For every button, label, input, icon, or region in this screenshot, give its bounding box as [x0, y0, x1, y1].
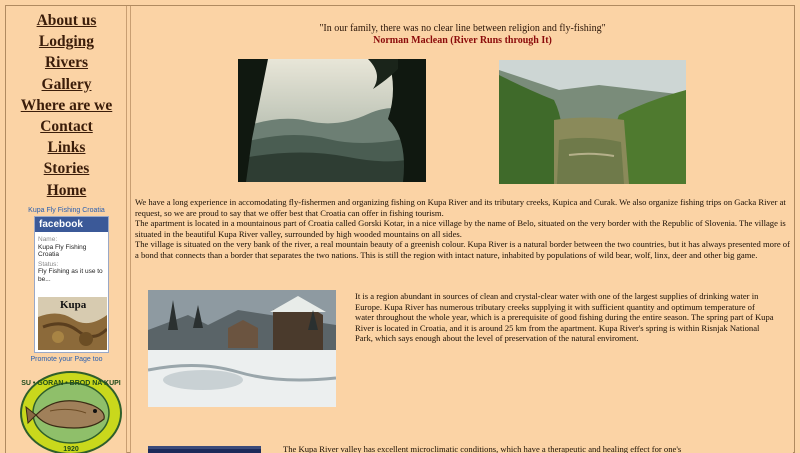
club-badge: SU • GORAN • BROD NA KUPI 1920: [20, 371, 126, 453]
fb-image-word: Kupa: [60, 299, 87, 311]
badge-year: 1920: [63, 446, 79, 453]
facebook-logo: facebook: [35, 217, 108, 232]
nav-link-gallery[interactable]: Gallery: [6, 74, 127, 95]
nav-link-links[interactable]: Links: [6, 137, 127, 158]
fb-name-value: Kupa Fly Fishing Croatia: [38, 243, 87, 259]
nav-link-lodging[interactable]: Lodging: [6, 31, 127, 52]
nav-menu: About us Lodging Rivers Gallery Where ar…: [6, 10, 127, 201]
fb-status-value: Fly Fishing as it use to be...: [38, 268, 103, 283]
badge-top-text: SU • GORAN • BROD NA KUPI: [21, 380, 121, 387]
facebook-page-link[interactable]: Kupa Fly Fishing Croatia: [6, 207, 127, 214]
main-content: "In our family, there was no clear line …: [130, 6, 793, 453]
nav-link-rivers[interactable]: Rivers: [6, 52, 127, 73]
promote-page-link[interactable]: Promote your Page too: [6, 356, 127, 363]
climate-paragraph: The Kupa River valley has excellent micr…: [283, 444, 682, 453]
fb-name-label: Name:: [38, 236, 58, 243]
river-valley-photo: [499, 60, 686, 184]
water-paragraph: It is a region abundant in sources of cl…: [355, 291, 774, 343]
winter-cabins-photo: [148, 290, 336, 407]
page-quote: "In our family, there was no clear line …: [319, 23, 606, 34]
intro-paragraph-1: We have a long experience in accomodatin…: [135, 197, 786, 218]
nav-link-where-are-we[interactable]: Where are we: [6, 95, 127, 116]
sidebar: About us Lodging Rivers Gallery Where ar…: [6, 6, 127, 453]
nav-link-stories[interactable]: Stories: [6, 158, 127, 179]
fb-status-label: Status:: [38, 260, 59, 268]
mountain-photo: [238, 59, 426, 182]
intro-paragraph-3: The village is situated on the very bank…: [135, 239, 790, 260]
fb-page-image: Kupa: [38, 297, 107, 350]
nav-link-about-us[interactable]: About us: [6, 10, 127, 31]
nav-link-home[interactable]: Home: [6, 180, 127, 201]
valley-dusk-photo: [148, 443, 261, 453]
nav-link-contact[interactable]: Contact: [6, 116, 127, 137]
quote-author: Norman Maclean (River Runs through It): [373, 35, 552, 46]
facebook-badge[interactable]: facebook Name: Kupa Fly Fishing Croatia …: [34, 216, 109, 353]
intro-paragraph-2: The apartment is located in a mountainou…: [135, 218, 786, 239]
